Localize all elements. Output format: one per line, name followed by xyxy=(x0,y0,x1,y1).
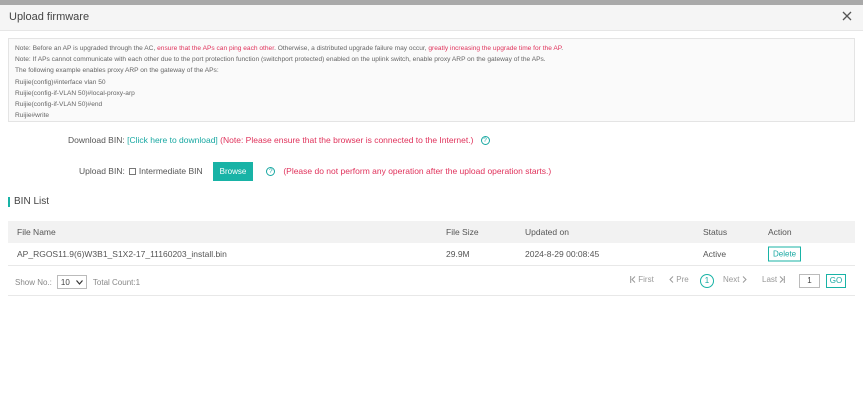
help-icon[interactable]: ? xyxy=(266,166,276,176)
note-text: Note: Before an AP is upgraded through t… xyxy=(15,45,158,52)
intermediate-bin-label: Intermediate BIN xyxy=(138,166,203,176)
bin-list-heading: BIN List xyxy=(8,196,49,207)
next-page-button[interactable]: Next xyxy=(723,275,747,284)
prev-page-label: Pre xyxy=(676,275,689,284)
updated-on-cell: 2024-8-29 00:08:45 xyxy=(525,249,600,259)
pagination: Show No.: 10 Total Count:1 First Pre 1 N… xyxy=(8,268,855,296)
intermediate-bin-checkbox[interactable] xyxy=(128,167,136,175)
upload-warning: (Please do not perform any operation aft… xyxy=(283,166,552,176)
note-line-1: Note: Before an AP is upgraded through t… xyxy=(15,43,848,54)
first-page-button[interactable]: First xyxy=(630,275,654,284)
note-line-3: The following example enables proxy ARP … xyxy=(15,67,219,75)
file-size-cell: 29.9M xyxy=(446,249,470,259)
download-link[interactable]: [Click here to download] xyxy=(127,135,218,145)
column-header-action: Action xyxy=(768,227,792,237)
column-header-file-name: File Name xyxy=(17,227,56,237)
dialog-header: Upload firmware xyxy=(0,5,863,31)
next-page-icon xyxy=(742,276,747,283)
upload-bin-label: Upload BIN: xyxy=(79,166,125,176)
note-highlight: greatly increasing the upgrade time for … xyxy=(428,45,562,52)
section-marker xyxy=(8,196,10,207)
column-header-file-size: File Size xyxy=(446,227,479,237)
note-line-7: Ruijie#write xyxy=(15,112,50,120)
bin-list-title: BIN List xyxy=(14,196,50,207)
download-warning: (Note: Please ensure that the browser is… xyxy=(220,135,474,145)
action-cell: Delete xyxy=(768,246,802,262)
note-line-6: Ruijie(config-if-VLAN 50)#end xyxy=(15,101,103,109)
last-page-label: Last xyxy=(762,275,778,284)
dialog-title: Upload firmware xyxy=(9,11,90,23)
upload-bin-row: Upload BIN: Intermediate BIN Browse ? (P… xyxy=(79,161,551,181)
show-no-label: Show No.: xyxy=(15,277,52,287)
status-cell: Active xyxy=(703,249,727,259)
page-size-value: 10 xyxy=(60,277,70,287)
next-page-label: Next xyxy=(723,275,740,284)
page-number-input[interactable]: 1 xyxy=(799,274,820,288)
chevron-down-icon xyxy=(75,279,83,285)
first-page-icon xyxy=(630,276,636,283)
note-line-4: Ruijie(config)#interface vlan 50 xyxy=(15,78,106,86)
download-bin-label: Download BIN: xyxy=(68,135,125,145)
column-header-updated-on: Updated on xyxy=(525,227,569,237)
table-row: AP_RGOS11.9(6)W3B1_S1X2-17_11160203_inst… xyxy=(8,243,855,266)
note-line-2: Note: If APs cannot communicate with eac… xyxy=(15,56,546,64)
last-page-icon xyxy=(780,276,786,283)
column-header-status: Status xyxy=(703,227,728,237)
download-bin-row: Download BIN: [Click here to download] (… xyxy=(68,135,490,146)
page-size-select[interactable]: 10 xyxy=(56,275,87,289)
prev-page-icon xyxy=(669,276,674,283)
table-header: File Name File Size Updated on Status Ac… xyxy=(8,221,855,243)
total-count: Total Count:1 xyxy=(92,277,141,287)
close-icon[interactable] xyxy=(840,9,854,23)
upgrade-note: Note: Before an AP is upgraded through t… xyxy=(8,38,855,122)
file-name-cell: AP_RGOS11.9(6)W3B1_S1X2-17_11160203_inst… xyxy=(17,249,227,259)
note-text: . Otherwise, a distributed upgrade failu… xyxy=(274,45,429,52)
page-size-group: Show No.: 10 Total Count:1 xyxy=(15,275,140,289)
note-highlight: ensure that the APs can ping each other xyxy=(157,45,275,52)
first-page-label: First xyxy=(638,275,654,284)
current-page[interactable]: 1 xyxy=(700,274,714,288)
browse-button[interactable]: Browse xyxy=(212,161,254,181)
note-text: . xyxy=(561,45,564,52)
prev-page-button[interactable]: Pre xyxy=(669,275,689,284)
go-button[interactable]: GO xyxy=(826,274,846,288)
note-line-5: Ruijie(config-if-VLAN 50)#local-proxy-ar… xyxy=(15,89,135,97)
help-icon[interactable]: ? xyxy=(480,136,490,146)
bin-table: File Name File Size Updated on Status Ac… xyxy=(8,221,855,266)
delete-button[interactable]: Delete xyxy=(768,246,802,262)
last-page-button[interactable]: Last xyxy=(762,275,786,284)
